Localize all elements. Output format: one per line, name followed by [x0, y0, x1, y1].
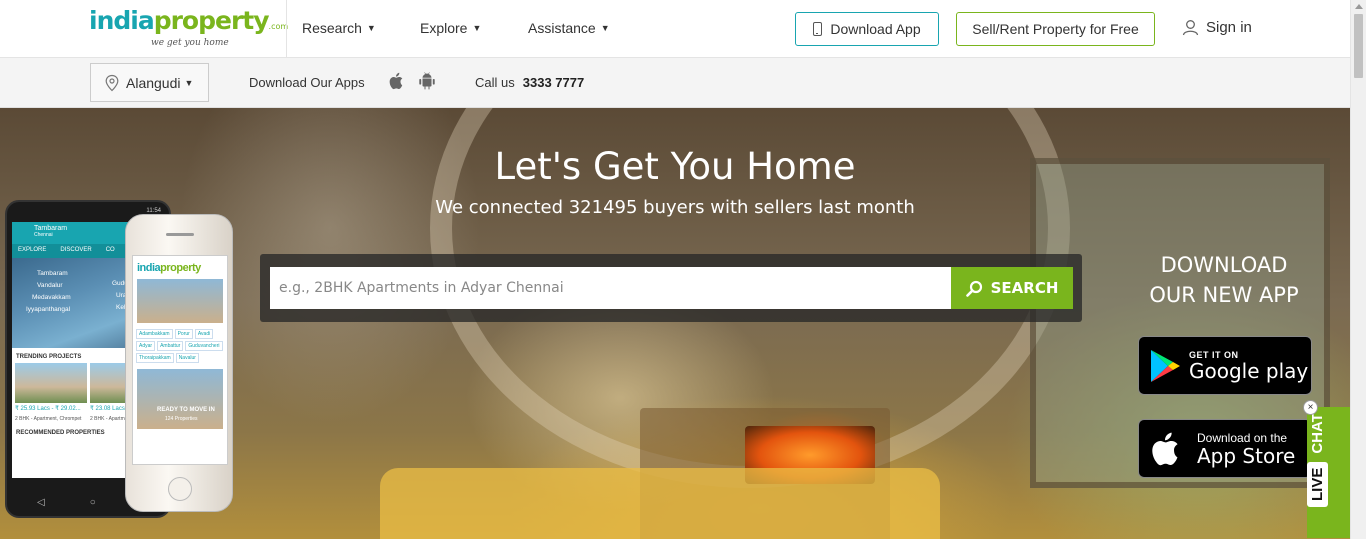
home-icon: ○: [89, 497, 96, 508]
phone-map-label: Tambaram: [37, 270, 68, 277]
background-sofa: [380, 468, 940, 539]
nav-explore[interactable]: Explore ▼: [420, 20, 481, 36]
phone-chip: Avadi: [194, 329, 214, 339]
live-chat-live: LIVE: [1307, 461, 1328, 507]
google-play-badge[interactable]: GET IT ON Google play: [1138, 336, 1312, 395]
sign-in-link[interactable]: Sign in: [1182, 19, 1252, 36]
nav-research-label: Research: [302, 20, 362, 36]
phone-tab-more: CO: [105, 247, 115, 253]
android-icon[interactable]: [419, 72, 435, 95]
page-scrollbar[interactable]: [1350, 0, 1366, 539]
caret-down-icon: ▼: [184, 77, 194, 88]
call-number[interactable]: 3333 7777: [523, 75, 584, 90]
phone-map-label: Iyyapanthangal: [26, 306, 71, 313]
google-play-big-text: Google play: [1189, 358, 1309, 383]
download-app-heading: DOWNLOAD OUR NEW APP: [1130, 250, 1318, 310]
live-chat-text: LIVE CHAT: [1307, 413, 1328, 507]
phone-ready-tile: READY TO MOVE IN 124 Properties: [137, 369, 223, 429]
apple-icon[interactable]: [389, 72, 405, 95]
hero-banner: Let's Get You Home We connected 321495 b…: [0, 108, 1350, 539]
phone-logo-india: india: [137, 262, 161, 274]
iphone-screen: indiaproperty Adambakkam Porur Avadi Ady…: [132, 255, 228, 465]
phone-chip: Adyar: [136, 341, 156, 351]
search-input[interactable]: [270, 267, 952, 309]
app-store-big-text: App Store: [1197, 443, 1296, 468]
phone-map-label: Medavakkam: [32, 294, 71, 301]
search-button-label: SEARCH: [990, 279, 1059, 297]
scroll-thumb[interactable]: [1354, 14, 1363, 78]
indiaproperty-logo[interactable]: indiaproperty.com we get you home: [89, 6, 288, 50]
download-our-apps-label: Download Our Apps: [249, 75, 365, 90]
scroll-up-arrow-icon[interactable]: [1355, 4, 1363, 9]
nav-assistance-label: Assistance: [528, 20, 596, 36]
google-play-icon: [1151, 349, 1180, 382]
apple-store-icon: [1152, 432, 1178, 465]
phone-chip: Ambattur: [157, 341, 184, 351]
logo-property: property: [153, 6, 270, 35]
call-us: Call us 3333 7777: [475, 75, 584, 90]
app-store-small-text: Download on the: [1197, 430, 1288, 445]
nav-explore-label: Explore: [420, 20, 468, 36]
live-chat-close-icon[interactable]: ×: [1303, 400, 1318, 415]
phone-chip: Thoraipakkam: [136, 353, 174, 363]
nav-assistance[interactable]: Assistance ▼: [528, 20, 610, 36]
city-value: Alangudi: [126, 74, 181, 91]
live-chat-tab[interactable]: LIVE CHAT: [1307, 407, 1350, 538]
download-heading-line1: DOWNLOAD: [1160, 253, 1288, 277]
nav-research[interactable]: Research ▼: [302, 20, 376, 36]
caret-down-icon: ▼: [366, 23, 376, 33]
live-chat-chat: CHAT: [1309, 413, 1326, 454]
download-heading-line2: OUR NEW APP: [1149, 283, 1299, 307]
phone-logo: indiaproperty: [133, 256, 227, 276]
phone-desc: 2 BHK - Apartment, Chrompet: [15, 416, 82, 422]
phone-speaker: [166, 233, 194, 236]
logo-india: india: [89, 6, 155, 35]
phone-thumb-image: [15, 363, 87, 403]
hero-title: Let's Get You Home: [494, 145, 856, 188]
sell-rent-button[interactable]: Sell/Rent Property for Free: [956, 12, 1155, 46]
search-box: SEARCH: [260, 254, 1082, 322]
caret-down-icon: ▼: [472, 23, 482, 33]
phone-map-label: Vandalur: [37, 282, 63, 289]
phone-count-text: 124 Properties: [165, 416, 198, 422]
phone-chip: Adambakkam: [136, 329, 173, 339]
phone-ready-text: READY TO MOVE IN: [157, 407, 215, 413]
iphone-home-button: [168, 477, 192, 501]
iphone-mockup: indiaproperty Adambakkam Porur Avadi Ady…: [125, 214, 233, 512]
download-app-label: Download App: [830, 21, 921, 37]
phone-chip: Guduvancheri: [185, 341, 223, 351]
phone-tab-discover: DISCOVER: [60, 247, 92, 253]
back-icon: ◁: [37, 497, 45, 508]
logo-wordmark: indiaproperty.com: [89, 6, 288, 40]
sub-bar: Alangudi ▼ Download Our Apps Call us 3333 …: [0, 58, 1350, 108]
phone-tile-image: [137, 279, 223, 323]
google-play-small-text: GET IT ON: [1189, 349, 1239, 360]
logo-divider: [286, 0, 287, 58]
phone-tab-explore: EXPLORE: [18, 247, 47, 253]
sign-in-label: Sign in: [1206, 19, 1252, 36]
phone-chip: Navalur: [175, 353, 199, 363]
caret-down-icon: ▼: [600, 23, 610, 33]
phone-chips: Adambakkam Porur Avadi Adyar Ambattur Gu…: [133, 326, 227, 366]
search-icon: [965, 280, 982, 297]
sell-rent-label: Sell/Rent Property for Free: [972, 21, 1139, 37]
app-store-badge[interactable]: Download on the App Store: [1138, 419, 1312, 478]
phone-logo-property: property: [160, 262, 201, 274]
search-button[interactable]: SEARCH: [951, 267, 1073, 309]
location-pin-icon: [105, 74, 119, 91]
download-app-button[interactable]: Download App: [795, 12, 939, 46]
call-us-label: Call us: [475, 75, 515, 90]
phone-price: ₹ 25.93 Lacs - ₹ 29.02...: [15, 406, 81, 412]
phone-icon: [813, 22, 823, 36]
top-header: indiaproperty.com we get you home Resear…: [0, 0, 1350, 58]
city-selector[interactable]: Alangudi ▼: [90, 63, 209, 102]
user-icon: [1182, 20, 1199, 36]
phone-chip: Porur: [174, 329, 193, 339]
